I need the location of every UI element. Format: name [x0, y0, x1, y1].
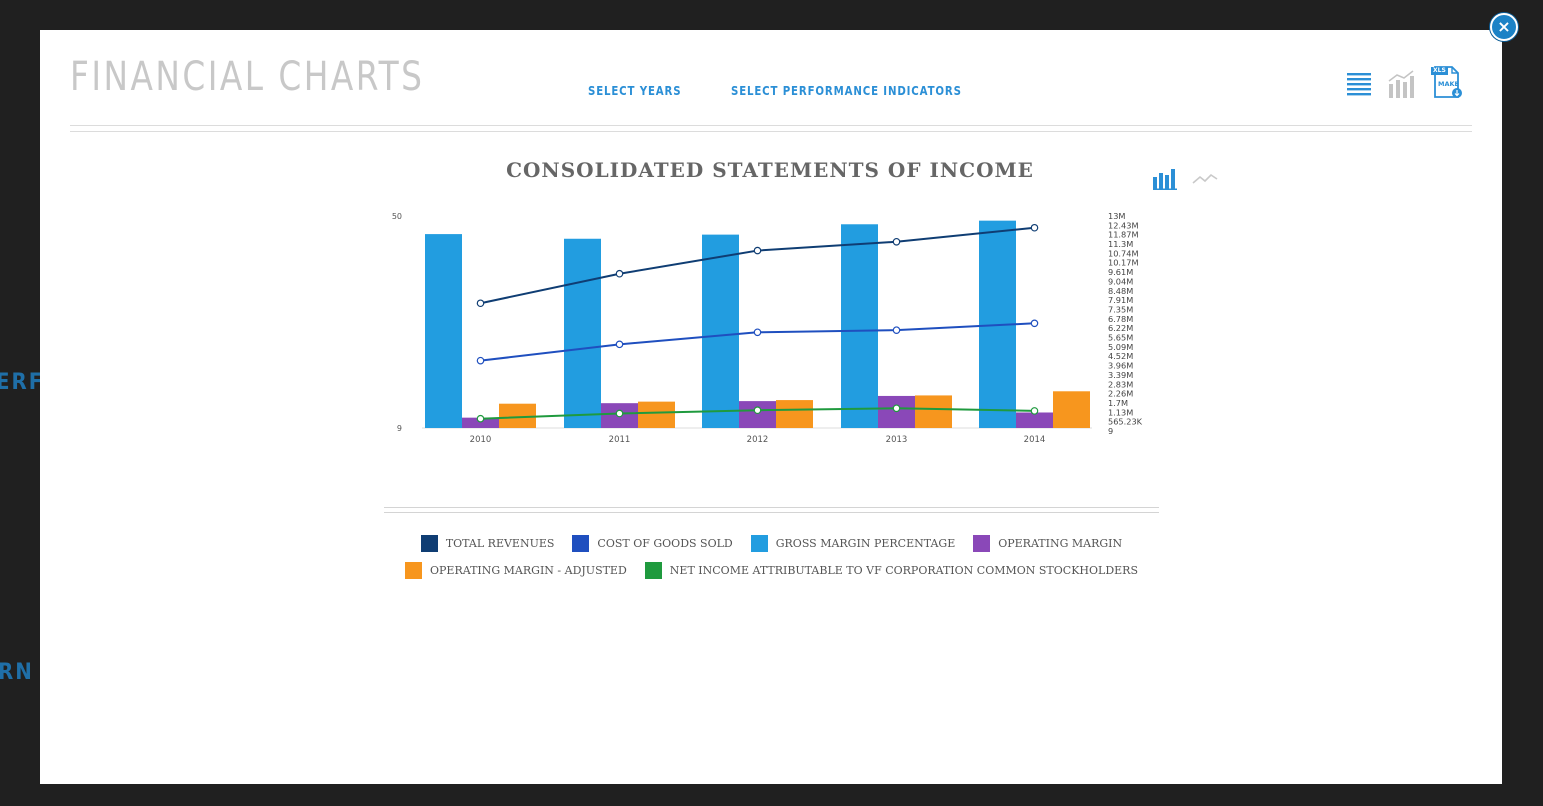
legend-row-2: OPERATING MARGIN - ADJUSTED NET INCOME A… [384, 562, 1159, 579]
legend-item-total-revenues[interactable]: TOTAL REVENUES [420, 535, 555, 552]
legend-label: GROSS MARGIN PERCENTAGE [775, 537, 956, 550]
bar-operating-margin-adjusted-2011 [638, 401, 675, 428]
legend-swatch [405, 562, 422, 579]
x-axis-tick-label: 2012 [747, 435, 769, 445]
x-axis-tick-label: 2010 [470, 435, 492, 445]
bar-gross-margin-percentage-2010 [425, 234, 462, 428]
legend-swatch [973, 535, 991, 552]
point-total-revenues-2013 [892, 237, 901, 246]
point-net-income-attributable-to-vf-corporatio-2010 [476, 414, 485, 423]
legend-swatch [572, 535, 590, 552]
left-axis-tick-label: 50 [392, 212, 402, 221]
point-cost-of-goods-sold-2010 [476, 356, 485, 365]
legend-item-operating-margin-adjusted[interactable]: OPERATING MARGIN - ADJUSTED [405, 562, 627, 579]
bar-gross-margin-percentage-2012 [702, 234, 739, 428]
point-net-income-attributable-to-vf-corporatio-2012 [753, 406, 762, 415]
point-cost-of-goods-sold-2013 [892, 326, 901, 334]
legend-label: COST OF GOODS SOLD [597, 537, 733, 550]
point-total-revenues-2011 [615, 269, 624, 278]
financial-charts-modal: FINANCIAL CHARTS SELECT YEARS SELECT PER… [40, 30, 1502, 784]
line-total-revenues [480, 226, 1035, 305]
legend-row-1: TOTAL REVENUES COST OF GOODS SOLD GROSS … [384, 535, 1159, 552]
right-axis-tick-label: 9 [1108, 426, 1113, 436]
legend-swatch [644, 562, 662, 579]
bar-gross-margin-percentage-2011 [564, 238, 601, 428]
legend-item-operating-margin[interactable]: OPERATING MARGIN [973, 535, 1122, 552]
point-net-income-attributable-to-vf-corporatio-2014 [1030, 407, 1039, 415]
bar-operating-margin-adjusted-2014 [1053, 391, 1090, 428]
background-text-1: ERF [0, 370, 45, 395]
point-cost-of-goods-sold-2011 [615, 340, 624, 349]
x-axis-tick-label: 2014 [1024, 435, 1046, 445]
x-axis-tick-label: 2013 [886, 435, 908, 445]
bar-operating-margin-2012 [739, 401, 776, 428]
legend-divider-bottom [384, 512, 1159, 513]
legend-item-gross-margin-percentage[interactable]: GROSS MARGIN PERCENTAGE [750, 535, 956, 552]
point-cost-of-goods-sold-2012 [753, 328, 762, 337]
close-modal-button[interactable]: × [1490, 13, 1518, 41]
x-axis-tick-label: 2011 [609, 435, 631, 445]
legend-label: TOTAL REVENUES [445, 537, 555, 550]
point-total-revenues-2012 [753, 246, 762, 255]
legend-label: OPERATING MARGIN [998, 537, 1123, 550]
point-total-revenues-2014 [1030, 223, 1039, 232]
bar-operating-margin-adjusted-2013 [915, 395, 952, 428]
legend-divider-top [384, 507, 1159, 508]
bar-gross-margin-percentage-2013 [841, 224, 878, 428]
point-net-income-attributable-to-vf-corporatio-2011 [615, 409, 624, 418]
bar-operating-margin-adjusted-2012 [776, 400, 813, 428]
background-text-2: RN [0, 660, 34, 685]
left-axis-tick-label: 9 [397, 424, 402, 433]
point-cost-of-goods-sold-2014 [1030, 319, 1039, 328]
point-net-income-attributable-to-vf-corporatio-2013 [892, 404, 901, 413]
legend-swatch [750, 535, 768, 552]
legend-item-net-income[interactable]: NET INCOME ATTRIBUTABLE TO VF CORPORATIO… [644, 562, 1138, 579]
point-total-revenues-2010 [476, 299, 485, 308]
bar-operating-margin-2014 [1016, 412, 1053, 428]
legend-swatch [420, 535, 438, 552]
legend-label: NET INCOME ATTRIBUTABLE TO VF CORPORATIO… [669, 564, 1138, 577]
legend-item-cost-of-goods-sold[interactable]: COST OF GOODS SOLD [572, 535, 733, 552]
legend-label: OPERATING MARGIN - ADJUSTED [430, 564, 627, 577]
income-chart: 50913M12.43M11.87M11.3M10.74M10.17M9.61M… [392, 211, 1143, 445]
